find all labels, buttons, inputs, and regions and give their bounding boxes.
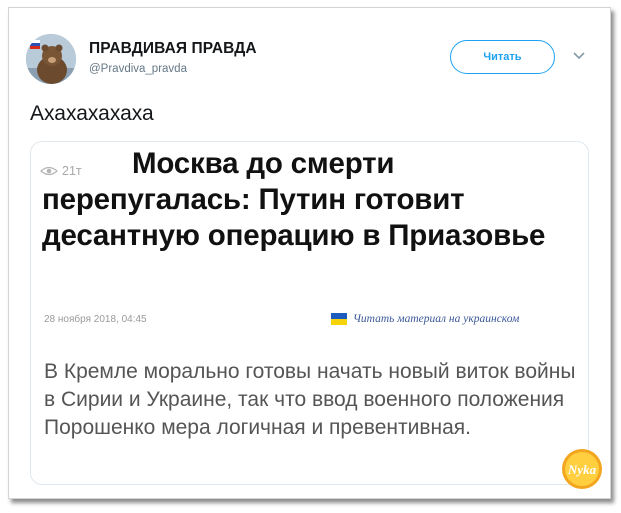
ukraine-flag-icon [331,313,347,325]
bear-avatar-icon [26,34,76,84]
chevron-down-icon[interactable] [572,51,586,61]
translate-link-label: Читать материал на украинском [353,313,520,325]
author-handle[interactable]: @Pravdiva_pravda [89,63,187,75]
nyka-logo: Nyka [562,449,602,489]
author-display-name[interactable]: ПРАВДИВАЯ ПРАВДА [89,40,257,58]
avatar[interactable] [26,34,76,84]
card-body-text: В Кремле морально готовы начать новый ви… [44,360,576,439]
watermark-text: Nyka [567,462,597,477]
translate-link[interactable]: Читать материал на украинском [331,313,519,325]
follow-button[interactable]: Читать [450,40,555,74]
tweet-text: Ахахахахаха [30,102,154,125]
card-headline[interactable]: Москва до смерти перепугалась: Путин гот… [42,146,562,254]
card-date: 28 ноября 2018, 04:45 [44,314,147,325]
